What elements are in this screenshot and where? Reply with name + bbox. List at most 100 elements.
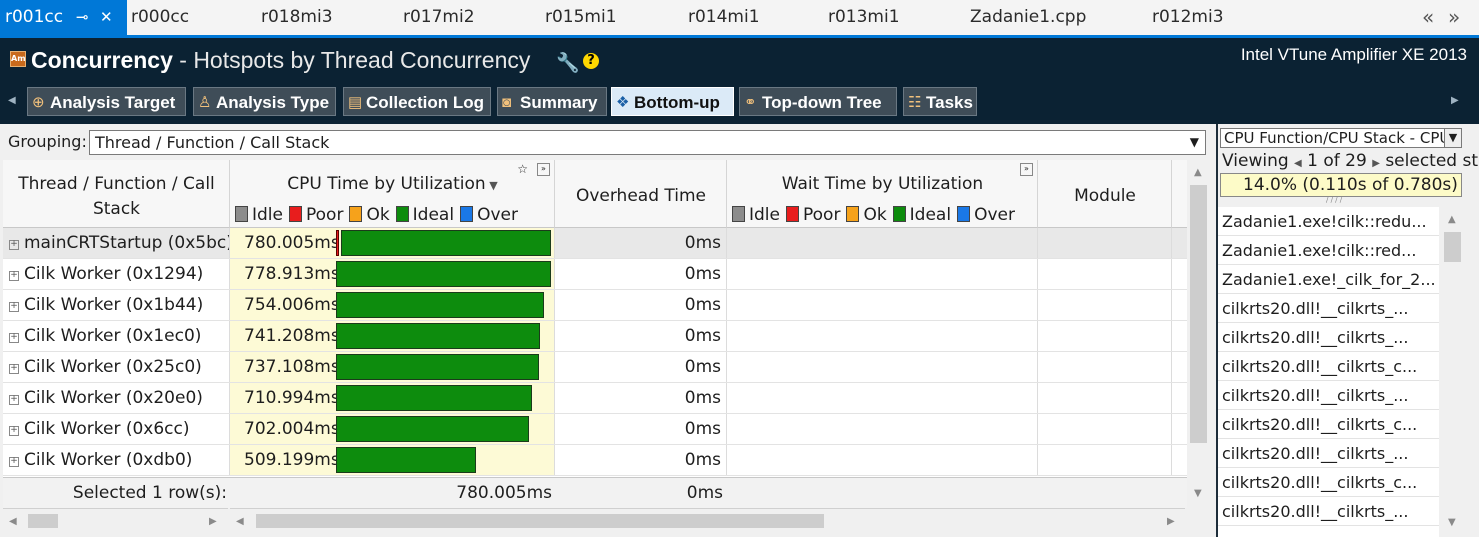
stack-vertical-scrollbar[interactable]: ▲ ▼ <box>1441 207 1465 537</box>
table-row[interactable]: + Cilk Worker (0x1ec0) 741.208ms 0ms <box>3 321 1187 352</box>
tab-summary[interactable]: ◙ Summary <box>497 87 607 116</box>
stack-frame-item[interactable]: cilkrts20.dll!__cilkrts_... <box>1218 294 1439 323</box>
document-tab-r001cc[interactable]: r001cc ⊸ ✕ <box>0 0 127 35</box>
stack-frame-item[interactable]: Zadanie1.exe!_cilk_for_2... <box>1218 265 1439 294</box>
scroll-right-icon[interactable]: ▶ <box>209 516 217 527</box>
expand-column-icon[interactable]: » <box>1020 163 1033 176</box>
module-cell <box>1038 259 1172 289</box>
stack-frame-item[interactable]: cilkrts20.dll!__cilkrts_c... <box>1218 352 1439 381</box>
previous-stack-icon[interactable]: ◀ <box>1294 158 1302 169</box>
legend-item-ok: Ok <box>846 205 887 225</box>
tab-analysis-target[interactable]: ⊕ Analysis Target <box>27 87 186 116</box>
document-tab-r013mi1[interactable]: r013mi1 <box>828 0 900 35</box>
tab-collection-log[interactable]: ▤ Collection Log <box>343 87 491 116</box>
column-header-wait-time[interactable]: Wait Time by Utilization » Idle Poor Ok Ide… <box>727 160 1038 228</box>
legend-swatch <box>395 206 409 222</box>
star-icon[interactable]: ☆ <box>517 162 528 176</box>
scroll-down-icon[interactable]: ▼ <box>1448 517 1456 528</box>
document-tab-zadanie1-cpp[interactable]: Zadanie1.cpp <box>970 0 1086 35</box>
chevron-down-icon[interactable]: ▼ <box>1444 128 1462 148</box>
stack-frame-item[interactable]: Zadanie1.exe!cilk::redu... <box>1218 207 1439 236</box>
cpu-legend: Idle Poor Ok Ideal Over <box>235 205 524 225</box>
thread-column-horizontal-scrollbar[interactable]: ◀ ▶ <box>3 508 228 535</box>
column-header-thread[interactable]: Thread / Function / Call Stack <box>3 160 230 228</box>
document-tab-r000cc[interactable]: r000cc <box>131 0 189 35</box>
scroll-up-icon[interactable]: ▲ <box>1194 167 1202 178</box>
stack-frame-item[interactable]: cilkrts20.dll!__cilkrts_... <box>1218 497 1439 526</box>
tabs-scroll-right-icon[interactable]: ▶ <box>1451 95 1459 106</box>
next-stack-icon[interactable]: ▶ <box>1372 158 1380 169</box>
horizontal-scroll-thumb[interactable] <box>256 514 824 528</box>
document-tab-r014mi1[interactable]: r014mi1 <box>688 0 760 35</box>
bar-segment-ideal <box>341 230 551 256</box>
double-chevron-left-icon[interactable]: « <box>1422 5 1434 29</box>
document-tab-label: r012mi3 <box>1152 7 1224 27</box>
tab-tasks[interactable]: ☷ Tasks <box>903 87 977 116</box>
cpu-time-value: 780.005ms <box>244 233 340 253</box>
overhead-label: Overhead Time <box>575 186 707 206</box>
expand-icon[interactable]: + <box>9 364 19 374</box>
expand-icon[interactable]: + <box>9 271 19 281</box>
grid-vertical-scrollbar[interactable]: ▲ ▼ <box>1187 160 1211 508</box>
stack-frame-item[interactable]: Zadanie1.exe!cilk::red... <box>1218 236 1439 265</box>
thread-name: Cilk Worker (0x1294) <box>24 264 204 284</box>
viewing-label: Viewing <box>1222 151 1289 171</box>
document-tab-r017mi2[interactable]: r017mi2 <box>403 0 475 35</box>
module-cell <box>1038 290 1172 320</box>
expand-icon[interactable]: + <box>9 426 19 436</box>
stack-frame-item[interactable]: cilkrts20.dll!__cilkrts_... <box>1218 323 1439 352</box>
cpu-time-value: 778.913ms <box>244 264 340 284</box>
scroll-up-icon[interactable]: ▲ <box>1448 214 1456 225</box>
help-icon[interactable]: ? <box>583 53 599 69</box>
legend-swatch <box>786 206 799 222</box>
table-row[interactable]: + Cilk Worker (0x1b44) 754.006ms 0ms <box>3 290 1187 321</box>
tab-analysis-type[interactable]: ♙ Analysis Type <box>193 87 336 116</box>
table-row[interactable]: + Cilk Worker (0x20e0) 710.994ms 0ms <box>3 383 1187 414</box>
expand-icon[interactable]: + <box>9 302 19 312</box>
thread-cell: + Cilk Worker (0x25c0) <box>3 352 230 382</box>
stack-frame-item[interactable]: cilkrts20.dll!__cilkrts_... <box>1218 439 1439 468</box>
tab-bottom-up[interactable]: ❖ Bottom-up <box>611 87 734 116</box>
stack-frame-item[interactable]: cilkrts20.dll!__cilkrts_c... <box>1218 468 1439 497</box>
table-row[interactable]: + Cilk Worker (0xdb0) 509.199ms 0ms <box>3 445 1187 476</box>
column-header-overhead[interactable]: Overhead Time <box>555 160 727 228</box>
table-row[interactable]: + mainCRTStartup (0x5bc) 780.005ms 0ms <box>3 228 1187 259</box>
grid-horizontal-scrollbar[interactable]: ◀ ▶ <box>230 508 1185 535</box>
expand-icon[interactable]: + <box>9 457 19 467</box>
splitter-grip-icon[interactable]: / / / / <box>1326 197 1356 204</box>
horizontal-scroll-thumb[interactable] <box>28 514 58 528</box>
expand-icon[interactable]: + <box>9 333 19 343</box>
scroll-right-icon[interactable]: ▶ <box>1167 516 1175 527</box>
scroll-left-icon[interactable]: ◀ <box>9 516 17 527</box>
grouping-select[interactable]: Thread / Function / Call Stack ▼ <box>89 130 1206 155</box>
document-tab-label: r015mi1 <box>545 7 617 27</box>
stack-frame-item[interactable]: cilkrts20.dll!__cilkrts_... <box>1218 381 1439 410</box>
thread-cell: + Cilk Worker (0x20e0) <box>3 383 230 413</box>
call-stack-list: Zadanie1.exe!cilk::redu... Zadanie1.exe!c… <box>1218 207 1439 537</box>
table-row[interactable]: + Cilk Worker (0x1294) 778.913ms 0ms <box>3 259 1187 290</box>
wrench-icon[interactable]: 🔧 <box>556 51 580 74</box>
table-row[interactable]: + Cilk Worker (0x6cc) 702.004ms 0ms <box>3 414 1187 445</box>
tab-top-down-tree[interactable]: ⚭ Top-down Tree <box>739 87 897 116</box>
expand-column-icon[interactable]: » <box>537 163 550 176</box>
column-header-cpu-time[interactable]: CPU Time by Utilization ▼ ☆ » Idle Poor Ok… <box>230 160 555 228</box>
double-chevron-right-icon[interactable]: » <box>1448 5 1460 29</box>
pin-icon[interactable]: ⊸ <box>76 0 89 35</box>
stack-type-select[interactable]: CPU Function/CPU Stack - CPU <box>1220 128 1462 148</box>
document-tab-r018mi3[interactable]: r018mi3 <box>261 0 333 35</box>
tabs-scroll-left-icon[interactable]: ◀ <box>8 95 16 106</box>
document-tab-r012mi3[interactable]: r012mi3 <box>1152 0 1224 35</box>
table-row[interactable]: + Cilk Worker (0x25c0) 737.108ms 0ms <box>3 352 1187 383</box>
scroll-down-icon[interactable]: ▼ <box>1194 488 1202 499</box>
scroll-left-icon[interactable]: ◀ <box>236 516 244 527</box>
column-header-module[interactable]: Module <box>1038 160 1172 228</box>
document-tab-r015mi1[interactable]: r015mi1 <box>545 0 617 35</box>
expand-icon[interactable]: + <box>9 240 19 250</box>
stack-frame-item[interactable]: cilkrts20.dll!__cilkrts_c... <box>1218 410 1439 439</box>
vertical-scroll-thumb[interactable] <box>1190 185 1207 443</box>
close-icon[interactable]: ✕ <box>100 0 113 35</box>
expand-icon[interactable]: + <box>9 395 19 405</box>
vertical-scroll-thumb[interactable] <box>1444 232 1461 262</box>
cpu-time-cell: 780.005ms <box>230 228 555 258</box>
legend-label: Ideal <box>909 205 952 225</box>
